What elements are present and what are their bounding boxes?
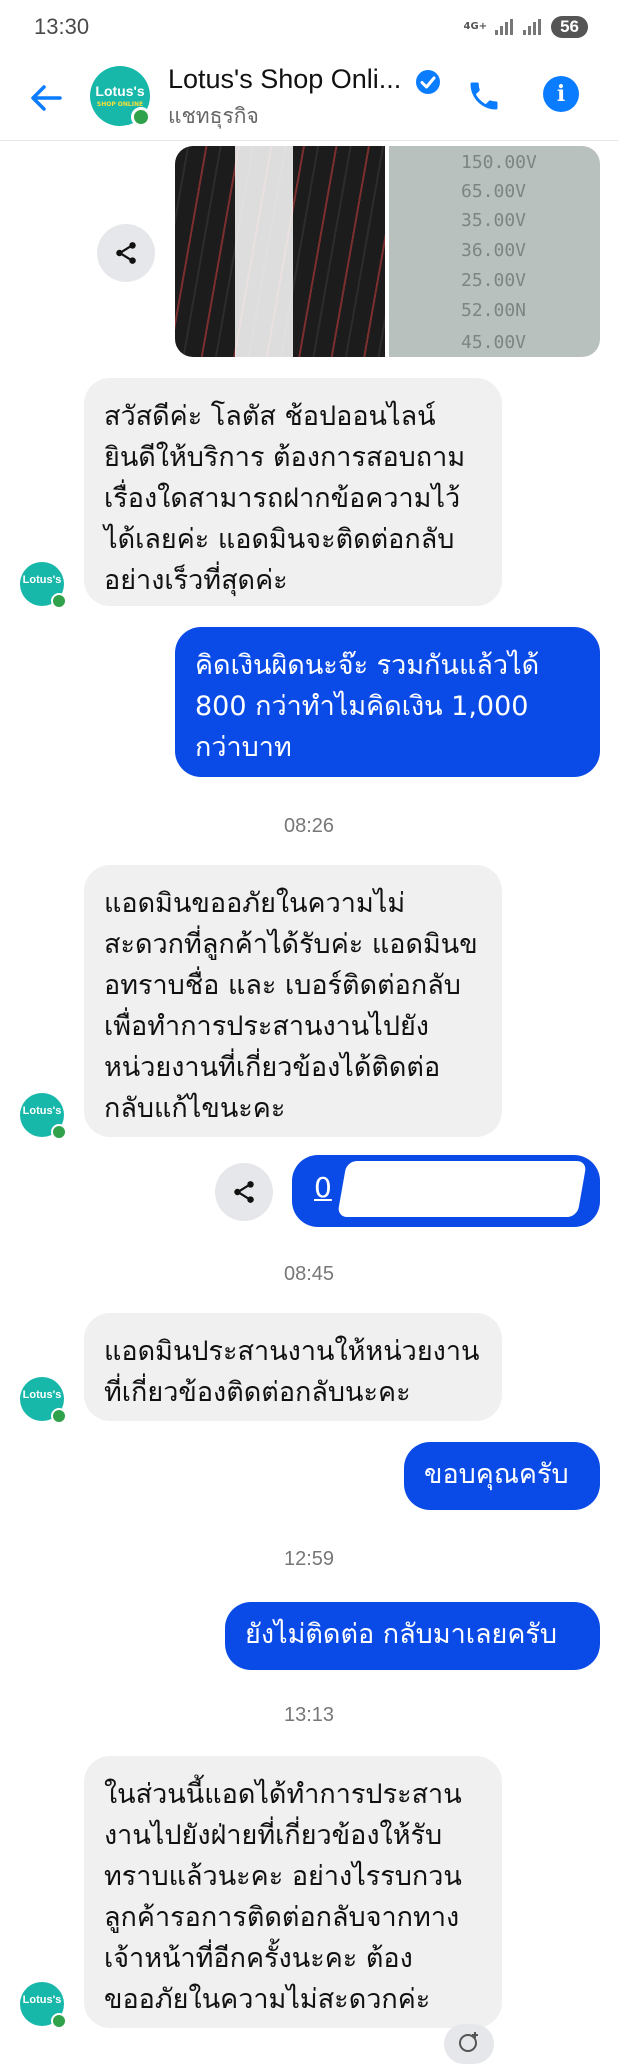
message-outgoing[interactable]: ยังไม่ติดต่อ กลับมาเลยครับ bbox=[225, 1602, 600, 1670]
attached-photo-receipt[interactable] bbox=[175, 146, 385, 357]
message-incoming[interactable]: แอดมินขออภัยในความไม่สะดวกที่ลูกค้าได้รั… bbox=[84, 865, 502, 1137]
price-value: 65.00V bbox=[461, 181, 527, 202]
avatar-logo-text: Lotus's bbox=[22, 1994, 62, 2006]
message-incoming[interactable]: สวัสดีค่ะ โลตัส ช้อปออนไลน์ ยินดีให้บริก… bbox=[84, 378, 502, 606]
status-bar: 13:30 4G+ 56 bbox=[0, 0, 618, 56]
avatar-logo-text: Lotus's bbox=[22, 1105, 62, 1117]
avatar: Lotus's bbox=[20, 1093, 67, 1140]
timestamp: 13:13 bbox=[283, 1704, 335, 1726]
share-icon[interactable] bbox=[215, 1163, 273, 1221]
message-incoming[interactable]: ในส่วนนี้แอดได้ทำการประสานงานไปยังฝ่ายที… bbox=[84, 1756, 502, 2028]
avatar: Lotus's bbox=[20, 562, 67, 609]
contact-subtitle: แชทธุรกิจ bbox=[168, 104, 259, 128]
price-value: 36.00V bbox=[461, 240, 527, 261]
battery-indicator: 56 bbox=[551, 16, 588, 38]
avatar: Lotus's bbox=[20, 1982, 67, 2029]
message-outgoing-link[interactable]: 0 bbox=[292, 1155, 600, 1227]
online-status-dot bbox=[51, 593, 67, 609]
verified-icon bbox=[414, 68, 442, 96]
message-outgoing[interactable]: ขอบคุณครับ bbox=[404, 1442, 600, 1510]
price-value: 25.00V bbox=[461, 270, 527, 291]
contact-name[interactable]: Lotus's Shop Onli... bbox=[168, 64, 401, 95]
price-value: 52.00N bbox=[461, 300, 527, 321]
back-arrow-icon[interactable] bbox=[26, 78, 66, 118]
price-value: 35.00V bbox=[461, 210, 527, 231]
phone-icon[interactable] bbox=[466, 78, 502, 114]
message-outgoing[interactable]: คิดเงินผิดนะจ๊ะ รวมกันแล้วได้ 800 กว่าทำ… bbox=[175, 627, 600, 777]
chat-header: Lotus's SHOP ONLINE Lotus's Shop Onli...… bbox=[0, 56, 618, 141]
signal-icon-2 bbox=[523, 19, 543, 35]
timestamp: 08:26 bbox=[283, 815, 335, 837]
online-status-dot bbox=[131, 107, 151, 127]
avatar-logo-text: Lotus's bbox=[22, 1389, 62, 1401]
attached-photo-prices[interactable]: 150.00V 65.00V 35.00V 36.00V 25.00V 52.0… bbox=[389, 146, 600, 357]
avatar-logo-text: Lotus's bbox=[95, 83, 145, 99]
network-label: 4G+ bbox=[463, 21, 488, 32]
redaction bbox=[337, 1161, 587, 1217]
link-text[interactable]: 0 bbox=[314, 1171, 332, 1204]
online-status-dot bbox=[51, 1124, 67, 1140]
price-value: 150.00V bbox=[461, 152, 537, 173]
status-time: 13:30 bbox=[34, 14, 90, 39]
timestamp: 08:45 bbox=[283, 1263, 335, 1285]
price-value: 45.00V bbox=[461, 332, 527, 353]
avatar: Lotus's bbox=[20, 1377, 67, 1424]
add-reaction-icon[interactable] bbox=[444, 2024, 494, 2064]
online-status-dot bbox=[51, 2013, 67, 2029]
status-icons: 4G+ 56 bbox=[464, 16, 588, 38]
share-icon[interactable] bbox=[97, 224, 155, 282]
signal-icon bbox=[495, 19, 515, 35]
message-incoming[interactable]: แอดมินประสานงานให้หน่วยงานที่เกี่ยวข้องต… bbox=[84, 1313, 502, 1421]
avatar-logo-text: Lotus's bbox=[22, 574, 62, 586]
info-icon[interactable]: i bbox=[543, 76, 579, 112]
online-status-dot bbox=[51, 1408, 67, 1424]
timestamp: 12:59 bbox=[283, 1548, 335, 1570]
